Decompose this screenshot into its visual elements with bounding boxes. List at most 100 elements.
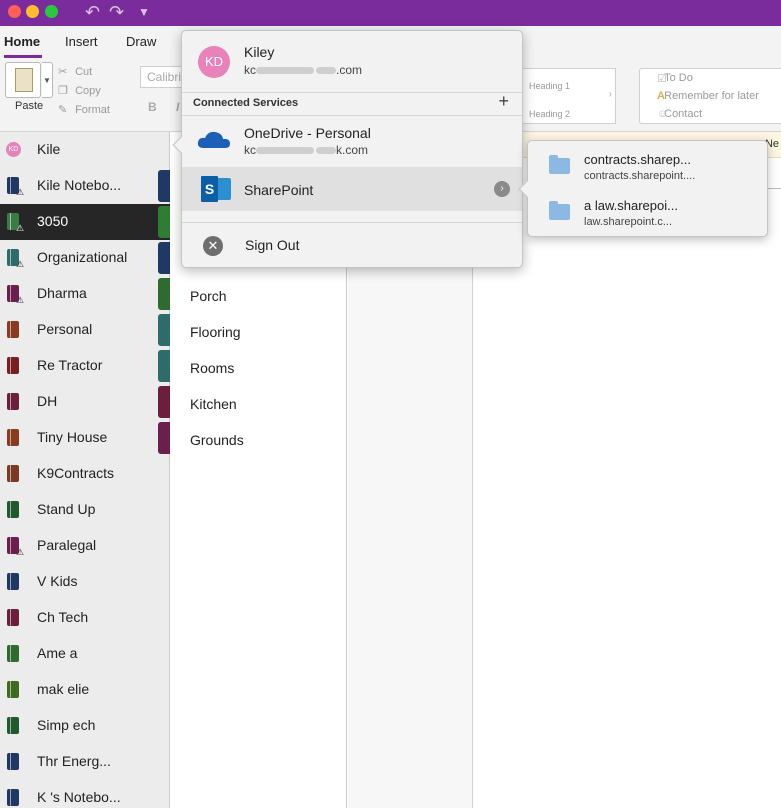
sharepoint-sites-menu: contracts.sharep... contracts.sharepoint… [518,140,768,237]
format-label: Format [75,104,110,116]
notebook-item[interactable]: Tiny House [0,420,170,456]
font-name-box[interactable]: Calibri [140,66,185,88]
format-painter-button[interactable]: ✎ Format [58,103,110,116]
active-tab-indicator [4,55,42,58]
notebook-item[interactable]: Ch Tech [0,600,170,636]
sharepoint-site-item[interactable]: contracts.sharep... contracts.sharepoint… [528,144,767,188]
section-porch[interactable]: Porch [190,288,227,304]
notebook-item[interactable]: Stand Up [0,492,170,528]
paste-button[interactable]: ▼ Paste [3,62,53,114]
notebook-item[interactable]: ⚠ 3050 [0,204,170,240]
notebook-item[interactable]: mak elie [0,672,170,708]
notebook-label: Dharma [37,285,87,301]
notebook-label: K9Contracts [37,465,115,481]
notebook-label: Paralegal [37,537,97,553]
service-onedrive[interactable]: OneDrive - Personal kc k.com [182,117,522,161]
notebook-icon [7,393,19,410]
notebook-item[interactable]: K9Contracts [0,456,170,492]
account-name: Kile [37,141,61,157]
notebook-icon [7,321,19,338]
notebook-item[interactable]: Thr Energ... [0,744,170,780]
notebook-item[interactable]: ⚠ Organizational [0,240,170,276]
notebook-label: Re Tractor [37,357,103,373]
notebook-item[interactable]: Personal [0,312,170,348]
section-grounds[interactable]: Grounds [190,432,244,448]
site-url: contracts.sharepoint.... [584,170,696,182]
customize-toolbar-icon[interactable]: ▼ [138,1,150,23]
tab-home[interactable]: Home [4,34,40,49]
notebook-label: 3050 [37,213,69,229]
notebook-icon [7,429,19,446]
notebook-item[interactable]: V Kids [0,564,170,600]
tab-draw[interactable]: Draw [126,34,156,49]
paste-label: Paste [15,100,44,112]
notebook-color-tab[interactable] [158,314,170,346]
notebook-color-tab[interactable] [158,278,170,310]
notebook-item[interactable]: ⚠ Paralegal [0,528,170,564]
undo-icon[interactable]: ↶ [85,1,100,23]
section-flooring[interactable]: Flooring [190,324,241,340]
copy-icon: ❐ [58,85,68,97]
folder-icon [549,201,570,220]
notebook-color-tab[interactable] [158,350,170,382]
chevron-right-icon[interactable]: › [494,181,510,197]
notebook-color-tab[interactable] [158,242,170,274]
notebook-item[interactable]: Re Tractor [0,348,170,384]
sharepoint-site-item[interactable]: a law.sharepoi... law.sharepoint.c... [528,190,767,234]
section-rooms[interactable]: Rooms [190,360,234,376]
zoom-window-button[interactable] [45,5,58,18]
tag-remember-for-later[interactable]: A Remember for later [657,90,759,102]
notebook-icon [7,501,19,518]
copy-label: Copy [75,85,101,97]
service-sharepoint[interactable]: S SharePoint › [182,167,522,211]
brush-icon: ✎ [58,104,68,116]
notebook-label: Stand Up [37,501,96,517]
sign-out-button[interactable]: Sign Out [245,237,299,253]
tag-remember-label: Remember for later [664,90,759,102]
connected-services-title: Connected Services [193,97,299,109]
style-heading-2[interactable]: Heading 2 [529,109,570,119]
close-circle-icon[interactable]: ✕ [203,236,223,256]
divider [182,92,522,93]
notebook-icon [7,753,19,770]
notebook-label: Personal [37,321,93,337]
notebook-label: Ame a [37,645,78,661]
redo-icon[interactable]: ↷ [109,1,124,23]
close-window-button[interactable] [8,5,21,18]
account-button[interactable]: KD Kile [0,132,170,168]
tag-contact[interactable]: ☺ Contact [657,108,703,120]
notebook-color-tab[interactable] [158,386,170,418]
tag-to-do[interactable]: ☑ To Do [657,72,693,85]
tag-contact-label: Contact [664,108,703,120]
notebook-color-tab[interactable] [158,206,170,238]
notebook-color-tab[interactable] [158,170,170,202]
notebook-item[interactable]: K 's Notebo... [0,780,170,808]
notebook-item[interactable]: Ame a [0,636,170,672]
notebook-label: Tiny House [37,429,108,445]
notebook-item[interactable]: DH [0,384,170,420]
checkbox-icon: ☑ [657,73,667,85]
copy-button[interactable]: ❐ Copy [58,84,101,97]
notebooks-pane: KD Kile ⚠ Kile Notebo... ⚠ 3050 ⚠ Organizatio… [0,132,170,808]
add-service-icon[interactable]: + [498,92,509,110]
notebook-item[interactable]: ⚠ Kile Notebo... [0,168,170,204]
notebook-icon [7,573,19,590]
contact-icon: ☺ [657,108,669,120]
bold-button[interactable]: B [148,100,157,114]
style-heading-1[interactable]: Heading 1 [529,81,570,91]
section-kitchen[interactable]: Kitchen [190,396,237,412]
notebook-item[interactable]: ⚠ Dharma [0,276,170,312]
sharepoint-icon: S [201,176,231,202]
notebook-color-tab[interactable] [158,422,170,454]
redacted-text [316,147,336,155]
minimize-window-button[interactable] [26,5,39,18]
chevron-right-icon[interactable]: › [609,89,612,100]
site-title: a law.sharepoi... [584,198,678,213]
paste-options-chevron-icon[interactable]: ▼ [42,62,53,98]
cut-button[interactable]: ✂ Cut [58,65,92,78]
tab-insert[interactable]: Insert [65,34,98,49]
italic-button[interactable]: I [176,100,179,114]
site-url: law.sharepoint.c... [584,216,673,228]
notebook-label: Kile Notebo... [37,177,122,193]
notebook-item[interactable]: Simp ech [0,708,170,744]
